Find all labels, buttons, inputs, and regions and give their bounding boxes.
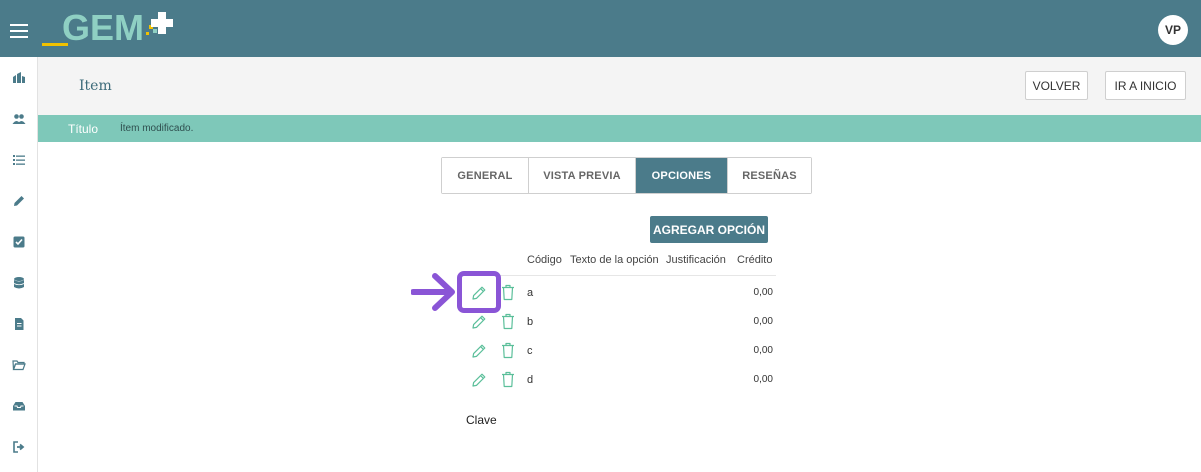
- add-option-button[interactable]: AGREGAR OPCIÓN: [650, 216, 768, 243]
- sidebar-item-inbox[interactable]: [0, 385, 37, 426]
- option-code: a: [527, 287, 534, 299]
- top-bar: GEM VP: [0, 0, 1201, 57]
- gem-logo: GEM: [42, 7, 173, 48]
- tab-general[interactable]: GENERAL: [442, 158, 529, 193]
- tab-options[interactable]: OPCIONES: [636, 158, 728, 193]
- checkbox-icon: [13, 236, 24, 247]
- key-label: Clave: [466, 413, 497, 427]
- sidebar-item-check[interactable]: [0, 221, 37, 262]
- table-row: c 0,00: [465, 337, 776, 366]
- tab-preview[interactable]: VISTA PREVIA: [529, 158, 636, 193]
- edit-pencil-icon[interactable]: [471, 343, 487, 359]
- notification-title: Título: [68, 122, 99, 136]
- table-row: b 0,00: [465, 308, 776, 337]
- back-button[interactable]: VOLVER: [1025, 71, 1088, 100]
- list-icon: [12, 154, 25, 165]
- trash-icon[interactable]: [501, 284, 515, 301]
- sidebar-item-list[interactable]: [0, 139, 37, 180]
- database-icon: [13, 276, 24, 288]
- page-title: Item: [79, 78, 112, 94]
- option-code: c: [527, 345, 533, 357]
- option-credit: 0,00: [753, 345, 773, 356]
- highlight-box: [457, 271, 501, 313]
- edit-pencil-icon[interactable]: [471, 372, 487, 388]
- sidebar-item-users[interactable]: [0, 98, 37, 139]
- institution-icon: [12, 71, 25, 83]
- trash-icon[interactable]: [501, 371, 515, 388]
- notification-bar: Título Ítem modificado.: [38, 115, 1201, 142]
- trash-icon[interactable]: [501, 313, 515, 330]
- column-header-code: Código: [527, 254, 562, 266]
- column-header-text: Texto de la opción: [570, 254, 659, 266]
- option-code: b: [527, 316, 534, 328]
- sidebar-item-document[interactable]: [0, 303, 37, 344]
- tab-bar: GENERAL VISTA PREVIA OPCIONES RESEÑAS: [441, 157, 812, 194]
- pencil-icon: [13, 195, 24, 206]
- arrow-right-icon: [411, 273, 455, 311]
- page-header: Item VOLVER IR A INICIO: [38, 57, 1201, 115]
- notification-message: Ítem modificado.: [120, 123, 194, 134]
- hamburger-menu-icon[interactable]: [10, 24, 28, 38]
- table-row: a 0,00: [465, 279, 776, 308]
- column-header-credit: Crédito: [737, 254, 773, 266]
- sidebar: [0, 57, 38, 472]
- home-button[interactable]: IR A INICIO: [1105, 71, 1186, 100]
- document-icon: [14, 317, 23, 330]
- table-header-divider: [465, 275, 776, 276]
- option-credit: 0,00: [753, 374, 773, 385]
- trash-icon[interactable]: [501, 342, 515, 359]
- sign-out-icon: [12, 440, 24, 453]
- sidebar-item-database[interactable]: [0, 262, 37, 303]
- svg-text:GEM: GEM: [62, 7, 144, 48]
- sidebar-item-logout[interactable]: [0, 426, 37, 467]
- folder-open-icon: [11, 359, 26, 370]
- edit-pencil-icon[interactable]: [471, 314, 487, 330]
- sidebar-item-folder[interactable]: [0, 344, 37, 385]
- inbox-icon: [12, 401, 25, 410]
- column-header-justification: Justificación: [666, 254, 726, 266]
- table-row: d 0,00: [465, 366, 776, 395]
- sidebar-item-institution[interactable]: [0, 57, 37, 98]
- option-code: d: [527, 374, 534, 386]
- avatar[interactable]: VP: [1158, 15, 1188, 45]
- tab-reviews[interactable]: RESEÑAS: [728, 158, 811, 193]
- sidebar-item-edit[interactable]: [0, 180, 37, 221]
- option-credit: 0,00: [753, 316, 773, 327]
- option-credit: 0,00: [753, 287, 773, 298]
- users-icon: [12, 113, 25, 124]
